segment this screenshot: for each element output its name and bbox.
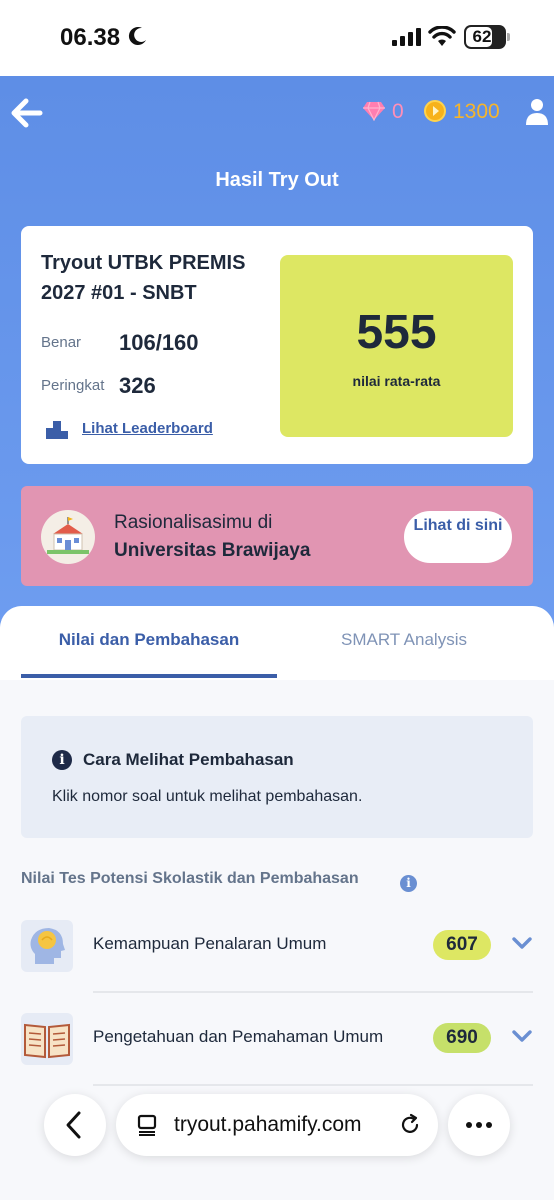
tab-nilai-pembahasan[interactable]: Nilai dan Pembahasan: [21, 630, 277, 650]
benar-label: Benar: [41, 334, 82, 351]
tabs-icon[interactable]: [136, 1113, 158, 1137]
info-title: Cara Melihat Pembahasan: [83, 750, 294, 769]
university-name: Universitas Brawijaya: [114, 540, 311, 561]
row-divider: [93, 991, 533, 993]
leaderboard-icon: [46, 421, 68, 439]
browser-back-button[interactable]: [44, 1094, 106, 1156]
average-score: 555: [356, 306, 437, 359]
battery-level: 62: [472, 27, 492, 46]
view-rationalization-button[interactable]: Lihat di sini: [404, 511, 512, 563]
battery-icon: 62: [464, 25, 510, 49]
url-text: tryout.pahamify.com: [174, 1113, 362, 1136]
info-box: i Cara Melihat Pembahasan Klik nomor soa…: [21, 716, 533, 838]
browser-bar: tryout.pahamify.com: [0, 1084, 554, 1200]
status-time: 06.38: [60, 24, 121, 51]
rationalization-card: Rasionalisasimu di Universitas Brawijaya…: [21, 486, 533, 586]
profile-icon[interactable]: [525, 97, 549, 125]
coin-icon: [424, 100, 446, 122]
wifi-icon: [428, 26, 456, 46]
info-body: Klik nomor soal untuk melihat pembahasan…: [52, 788, 363, 805]
score-box: 555 nilai rata-rata: [280, 255, 513, 437]
subtest-score: 607: [433, 930, 491, 960]
benar-value: 106/160: [119, 330, 199, 355]
subtest-name: Kemampuan Penalaran Umum: [93, 934, 327, 953]
moon-icon: [128, 27, 146, 46]
coin-count: 1300: [453, 100, 500, 123]
gem-icon: [363, 101, 385, 121]
school-icon: [41, 510, 95, 564]
subtest-name: Pengetahuan dan Pemahaman Umum: [93, 1027, 384, 1046]
peringkat-label: Peringkat: [41, 377, 105, 394]
subtest-score: 690: [433, 1023, 491, 1053]
status-bar: 06.38 62: [0, 0, 554, 76]
leaderboard-link[interactable]: Lihat Leaderboard: [82, 420, 213, 437]
brain-icon: [21, 920, 73, 972]
info-icon: i: [52, 750, 72, 770]
chevron-left-icon: [66, 1111, 81, 1139]
tab-bar: Nilai dan Pembahasan SMART Analysis: [0, 606, 554, 680]
tryout-name: Tryout UTBK PREMIS 2027 #01 - SNBT: [41, 252, 246, 304]
average-score-label: nilai rata-rata: [352, 373, 441, 389]
gem-count: 0: [392, 100, 404, 123]
reload-icon[interactable]: [398, 1113, 422, 1137]
back-arrow-icon[interactable]: [10, 96, 44, 130]
subtest-row[interactable]: Kemampuan Penalaran Umum 607: [0, 920, 554, 1010]
chevron-down-icon[interactable]: [512, 1029, 532, 1043]
page-title: Hasil Try Out: [215, 169, 339, 191]
more-icon: [466, 1122, 492, 1128]
book-icon: [21, 1013, 73, 1065]
active-tab-indicator: [21, 674, 277, 678]
rationalization-text: Rasionalisasimu di: [114, 512, 273, 533]
section-title: Nilai Tes Potensi Skolastik dan Pembahas…: [21, 870, 359, 887]
browser-more-button[interactable]: [448, 1094, 510, 1156]
address-bar[interactable]: tryout.pahamify.com: [116, 1094, 438, 1156]
signal-icon: [392, 28, 421, 46]
tab-smart-analysis[interactable]: SMART Analysis: [276, 630, 532, 650]
result-card: Tryout UTBK PREMIS 2027 #01 - SNBT Benar…: [21, 226, 533, 464]
peringkat-value: 326: [119, 373, 156, 398]
chevron-down-icon[interactable]: [512, 936, 532, 950]
section-info-icon[interactable]: i: [400, 875, 417, 892]
